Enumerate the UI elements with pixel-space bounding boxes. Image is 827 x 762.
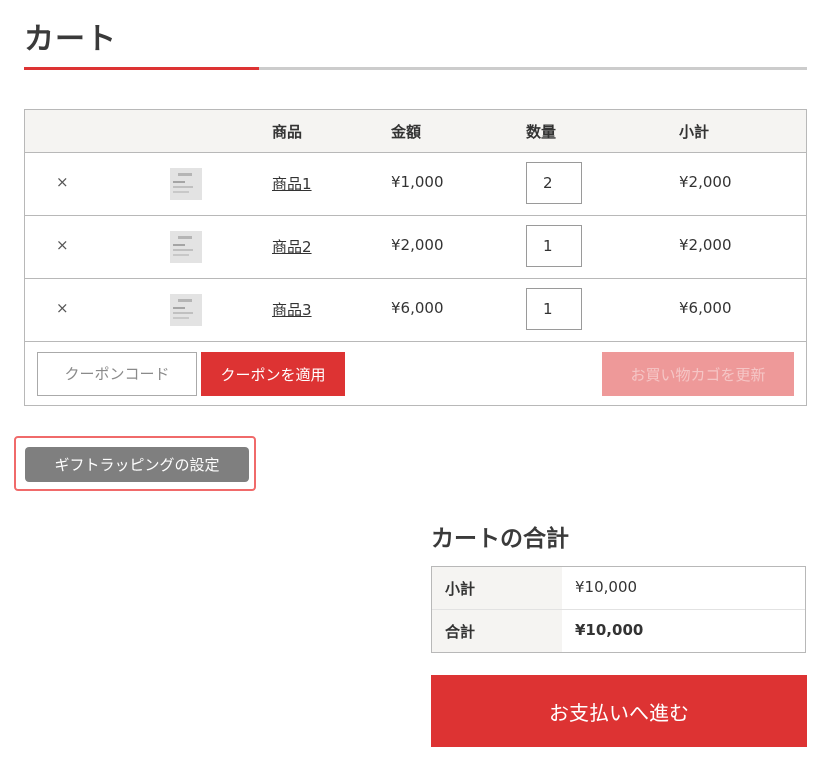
quantity-input[interactable] [526, 225, 582, 267]
totals-total-label: 合計 [432, 610, 562, 652]
product-price: ¥1,000 [391, 173, 444, 191]
gift-wrapping-highlight: ギフトラッピングの設定 [14, 436, 256, 491]
product-thumbnail[interactable] [170, 168, 202, 200]
proceed-to-checkout-button[interactable]: お支払いへ進む [431, 675, 807, 747]
remove-item-icon[interactable]: × [56, 173, 69, 191]
totals-subtotal-value: ¥10,000 [575, 578, 638, 596]
remove-item-icon[interactable]: × [56, 299, 69, 317]
cart-row: × 商品3 ¥6,000 ¥6,000 [25, 279, 806, 342]
page-title: カート [24, 22, 117, 57]
product-thumbnail[interactable] [170, 231, 202, 263]
cart-row: × 商品2 ¥2,000 ¥2,000 [25, 216, 806, 279]
cart-row: × 商品1 ¥1,000 ¥2,000 [25, 153, 806, 216]
header-price: 金額 [391, 123, 422, 141]
product-subtotal: ¥2,000 [679, 236, 732, 254]
coupon-code-input[interactable] [37, 352, 197, 396]
quantity-input[interactable] [526, 162, 582, 204]
product-subtotal: ¥2,000 [679, 173, 732, 191]
product-link[interactable]: 商品1 [272, 173, 312, 194]
product-link[interactable]: 商品2 [272, 236, 312, 257]
product-link[interactable]: 商品3 [272, 299, 312, 320]
header-product: 商品 [272, 123, 303, 141]
totals-subtotal-label: 小計 [432, 567, 562, 609]
product-thumbnail[interactable] [170, 294, 202, 326]
title-divider-accent [24, 67, 259, 70]
product-subtotal: ¥6,000 [679, 299, 732, 317]
cart-totals-table: 小計 ¥10,000 合計 ¥10,000 [431, 566, 806, 653]
cart-table-header: 商品 金額 数量 小計 [25, 110, 806, 153]
update-cart-button[interactable]: お買い物カゴを更新 [602, 352, 794, 396]
quantity-input[interactable] [526, 288, 582, 330]
totals-total-row: 合計 ¥10,000 [432, 609, 805, 652]
cart-actions: クーポンを適用 お買い物カゴを更新 [25, 342, 806, 405]
product-price: ¥6,000 [391, 299, 444, 317]
product-price: ¥2,000 [391, 236, 444, 254]
gift-wrapping-button[interactable]: ギフトラッピングの設定 [25, 447, 249, 482]
header-subtotal: 小計 [679, 123, 710, 141]
totals-total-value: ¥10,000 [575, 621, 644, 639]
cart-totals-title: カートの合計 [431, 526, 569, 552]
totals-subtotal-row: 小計 ¥10,000 [432, 567, 805, 609]
cart-table: 商品 金額 数量 小計 × 商品1 ¥1,000 ¥2,000 × 商品2 ¥2… [24, 109, 807, 406]
apply-coupon-button[interactable]: クーポンを適用 [201, 352, 345, 396]
header-quantity: 数量 [526, 123, 557, 141]
remove-item-icon[interactable]: × [56, 236, 69, 254]
title-divider [24, 67, 807, 70]
